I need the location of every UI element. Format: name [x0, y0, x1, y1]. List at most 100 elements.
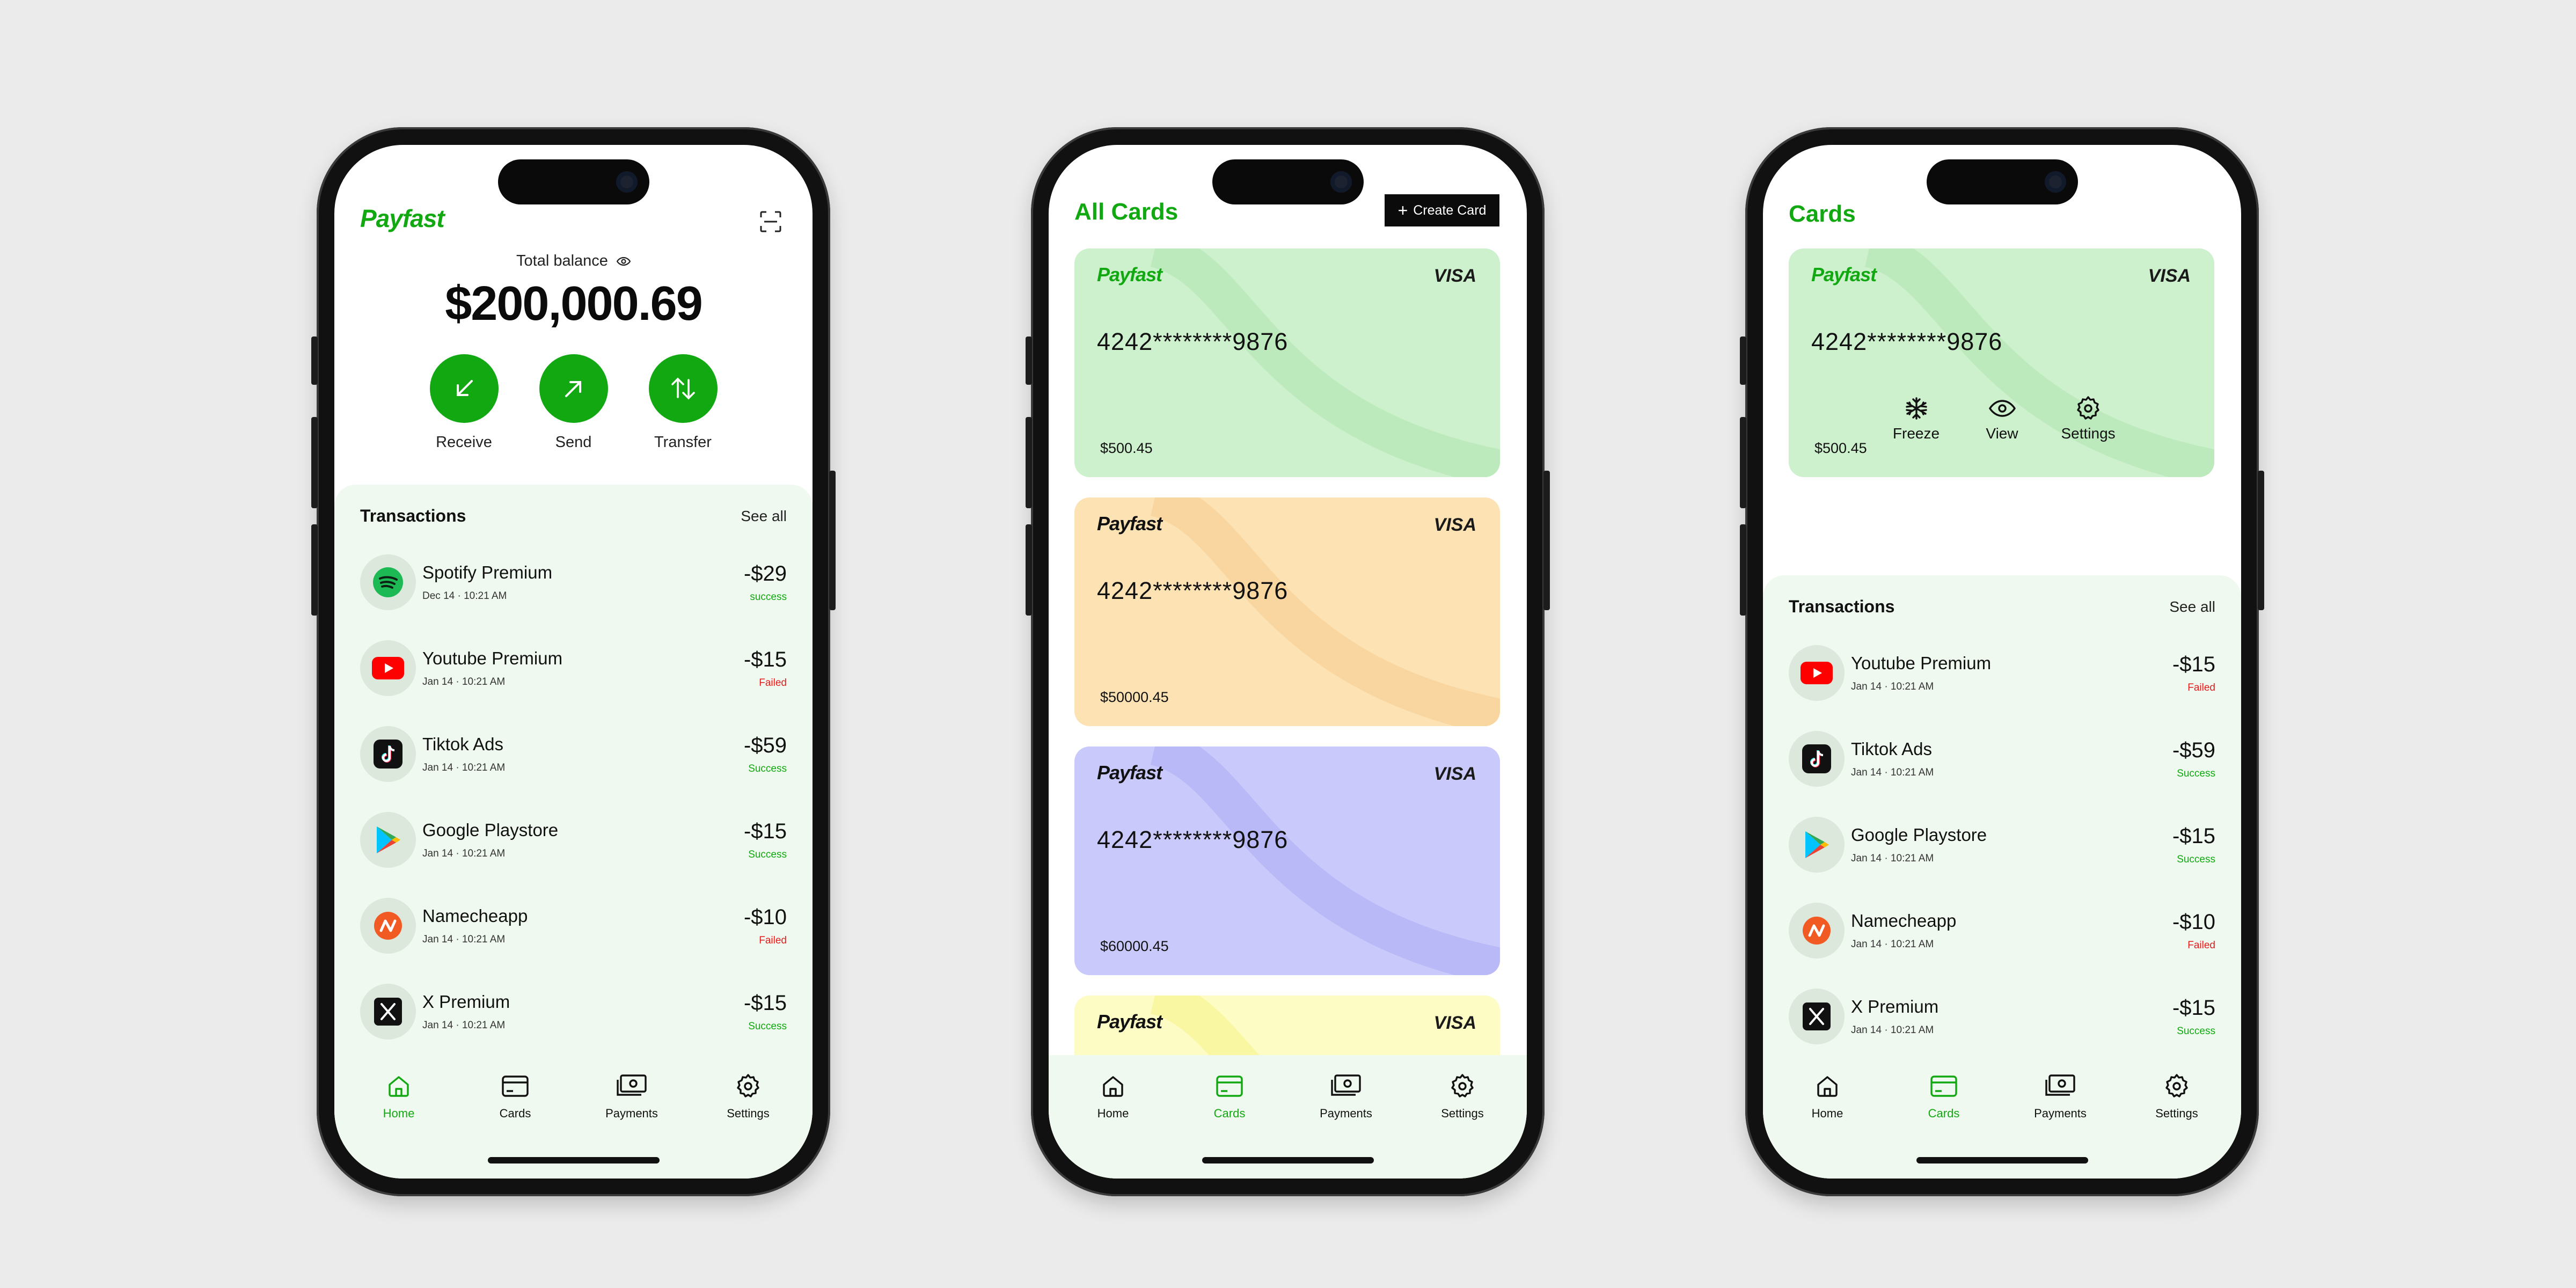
transaction-status: Failed	[759, 934, 787, 946]
plus-icon: +	[1397, 201, 1408, 220]
see-all-link[interactable]: See all	[2169, 598, 2215, 616]
see-all-link[interactable]: See all	[741, 508, 787, 525]
transaction-name: Youtube Premium	[422, 648, 563, 668]
transaction-status: Success	[748, 1020, 787, 1032]
tab-settings[interactable]: Settings	[1419, 1071, 1505, 1121]
card-item[interactable]: Payfast VISA 4242********9876 $60000.45	[1074, 747, 1500, 975]
view-button[interactable]: View	[1975, 395, 2029, 442]
tab-bar: Home Cards Payments Settings	[1763, 1055, 2241, 1179]
transactions-title: Transactions	[1789, 597, 1895, 616]
transaction-row[interactable]: Google Playstore Jan 14 · 10:21 AM -$15 Su…	[1789, 802, 2215, 888]
tab-home[interactable]: Home	[1784, 1071, 1870, 1121]
card-balance: $500.45	[1814, 440, 1867, 456]
transaction-row[interactable]: Namecheapp Jan 14 · 10:21 AM -$10 Failed	[1789, 888, 2215, 974]
transaction-name: Namecheapp	[1851, 911, 1957, 931]
transaction-row[interactable]: Youtube Premium Jan 14 · 10:21 AM -$15 Fai…	[360, 625, 787, 711]
transaction-row[interactable]: Google Playstore Jan 14 · 10:21 AM -$15 Su…	[360, 797, 787, 883]
tab-label: Cards	[1928, 1107, 1960, 1120]
transaction-name: Google Playstore	[422, 820, 559, 840]
home-indicator	[1202, 1157, 1374, 1163]
card-logo: Payfast	[1811, 264, 1877, 286]
transaction-row[interactable]: X Premium Jan 14 · 10:21 AM -$15 Success	[1789, 974, 2215, 1059]
transaction-row[interactable]: X Premium Jan 14 · 10:21 AM -$15 Success	[360, 969, 787, 1055]
dynamic-island	[1212, 159, 1364, 204]
x-icon	[360, 984, 416, 1040]
transaction-row[interactable]: Spotify Premium Dec 14 · 10:21 AM -$29 suc…	[360, 539, 787, 625]
transaction-amount: -$59	[2172, 738, 2215, 762]
card-logo: Payfast	[1097, 264, 1162, 286]
transaction-amount: -$15	[743, 647, 787, 671]
freeze-button[interactable]: Freeze	[1890, 395, 1943, 442]
card-number: 4242********9876	[1097, 328, 1289, 355]
visa-logo: VISA	[1433, 515, 1476, 535]
card-item[interactable]: Payfast VISA 4242********9876 $500.45	[1074, 248, 1500, 477]
transaction-amount: -$15	[743, 819, 787, 843]
tab-settings[interactable]: Settings	[705, 1071, 791, 1121]
tab-payments[interactable]: Payments	[2017, 1071, 2103, 1121]
gear-icon	[705, 1071, 791, 1101]
phone-all-cards: All Cards + Create Card Payfast VISA 424…	[1026, 127, 1550, 1196]
tab-payments[interactable]: Payments	[589, 1071, 675, 1121]
transaction-status: Success	[2177, 853, 2215, 865]
transaction-row[interactable]: Tiktok Ads Jan 14 · 10:21 AM -$59 Success	[360, 711, 787, 797]
phone-card-detail: Cards Payfast VISA 4242********9876 $500…	[1740, 127, 2264, 1196]
tab-label: Payments	[605, 1107, 658, 1120]
transaction-status: Success	[2177, 1025, 2215, 1037]
dynamic-island	[497, 159, 649, 204]
receive-button[interactable]: Receive	[428, 354, 500, 451]
eye-icon[interactable]	[616, 253, 631, 270]
transaction-row[interactable]: Tiktok Ads Jan 14 · 10:21 AM -$59 Success	[1789, 716, 2215, 802]
transaction-name: Youtube Premium	[1851, 653, 1992, 673]
payfast-logo: Payfast	[360, 204, 445, 232]
card-item[interactable]: Payfast VISA 4242********9876 $50000.45	[1074, 497, 1500, 726]
tab-cards[interactable]: Cards	[1187, 1071, 1272, 1121]
card-detail-screen: Cards Payfast VISA 4242********9876 $500…	[1763, 145, 2241, 1179]
transaction-date: Dec 14 · 10:21 AM	[422, 590, 507, 602]
dynamic-island	[1926, 159, 2078, 204]
transaction-date: Jan 14 · 10:21 AM	[422, 1020, 506, 1031]
tab-label: Home	[383, 1107, 415, 1120]
youtube-icon	[1789, 645, 1845, 701]
snowflake-icon	[1890, 395, 1943, 422]
tiktok-icon	[1789, 731, 1845, 787]
visa-logo: VISA	[1433, 266, 1476, 286]
receive-label: Receive	[436, 434, 492, 451]
transaction-status: Success	[748, 763, 787, 774]
create-card-label: Create Card	[1413, 202, 1487, 218]
transfer-label: Transfer	[654, 434, 712, 451]
transaction-date: Jan 14 · 10:21 AM	[422, 848, 506, 859]
visa-logo: VISA	[2148, 266, 2191, 286]
transfer-button[interactable]: Transfer	[647, 354, 719, 451]
card-item[interactable]: Payfast VISA 4242********9876 $500.45	[1789, 248, 2214, 477]
tab-cards[interactable]: Cards	[1901, 1071, 1987, 1121]
transaction-date: Jan 14 · 10:21 AM	[1851, 853, 1934, 864]
transaction-row[interactable]: Youtube Premium Jan 14 · 10:21 AM -$15 Fai…	[1789, 630, 2215, 716]
tab-settings[interactable]: Settings	[2134, 1071, 2220, 1121]
tab-cards[interactable]: Cards	[472, 1071, 558, 1121]
tab-home[interactable]: Home	[356, 1071, 442, 1121]
tab-label: Settings	[727, 1107, 770, 1120]
scan-icon[interactable]	[759, 210, 782, 233]
page-title: Cards	[1789, 201, 1856, 227]
transaction-status: Failed	[759, 677, 787, 689]
transactions-title: Transactions	[360, 506, 466, 525]
transaction-row[interactable]: Namecheapp Jan 14 · 10:21 AM -$10 Failed	[360, 883, 787, 969]
tab-label: Payments	[1320, 1107, 1372, 1120]
quick-actions: Receive Send Transfer	[334, 354, 813, 451]
card-logo: Payfast	[1097, 1011, 1162, 1033]
card-balance: $500.45	[1100, 440, 1153, 456]
transactions-list: Youtube Premium Jan 14 · 10:21 AM -$15 Fai…	[1789, 630, 2215, 1059]
tab-payments[interactable]: Payments	[1303, 1071, 1389, 1121]
tab-label: Payments	[2034, 1107, 2087, 1120]
card-logo: Payfast	[1097, 762, 1162, 784]
card-number: 4242********9876	[1097, 577, 1289, 604]
playstore-icon	[1789, 817, 1845, 873]
balance-label-text: Total balance	[516, 252, 608, 269]
tab-home[interactable]: Home	[1070, 1071, 1156, 1121]
card-settings-button[interactable]: Settings	[2061, 395, 2116, 442]
eye-icon	[1975, 395, 2029, 422]
create-card-button[interactable]: + Create Card	[1385, 194, 1499, 226]
card-icon	[472, 1071, 558, 1101]
transaction-date: Jan 14 · 10:21 AM	[1851, 939, 1934, 950]
send-button[interactable]: Send	[538, 354, 610, 451]
